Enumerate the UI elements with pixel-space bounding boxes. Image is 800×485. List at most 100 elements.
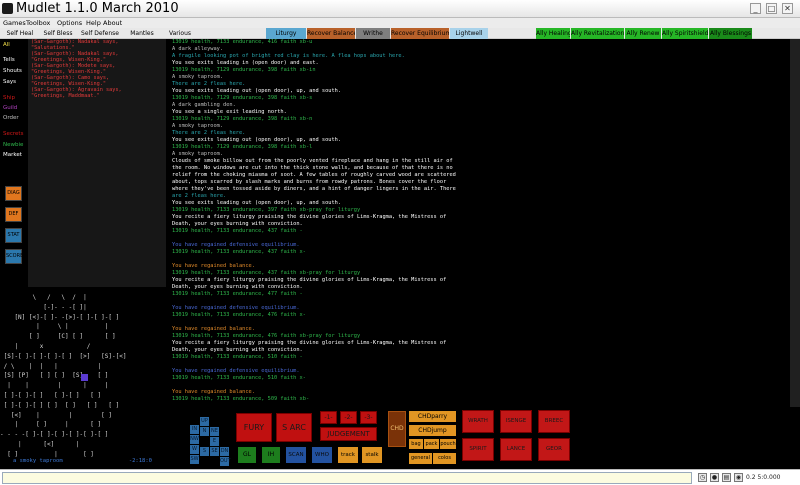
various-menu[interactable]: Various (162, 28, 198, 39)
log-icon[interactable]: ▤ (722, 473, 731, 482)
channel-ship[interactable]: Ship (3, 95, 15, 101)
compass-sw-button[interactable]: SW (190, 455, 199, 464)
compass-ne-button[interactable]: NE (210, 427, 219, 436)
lance-button[interactable]: LANCE (500, 438, 532, 461)
who-button[interactable]: WHO (312, 447, 332, 463)
map-row: [ ]-[ ]-[ ] [ ] [ ] [ ] [ ] (0, 401, 120, 409)
recover-equilibrium-button[interactable]: Recover Equilibrium (391, 28, 449, 39)
compass-up-button[interactable]: UP (200, 417, 209, 426)
ascii-map[interactable]: \ / \ / | [-]- - -[ ]| [N] [<]-[ ]- -[>]… (0, 288, 166, 468)
channel-shouts[interactable]: Shouts (3, 68, 22, 74)
channel-guild[interactable]: Guild (3, 105, 17, 111)
map-row: [S] [P] [ ] [ ] [S] [ ] (0, 372, 109, 380)
channel-all[interactable]: All (3, 42, 10, 48)
scan-button[interactable]: SCAN (286, 447, 306, 463)
output-line: 13019 health, 7133 endurance, 437 faith … (172, 249, 306, 255)
timestamp-icon[interactable]: ◷ (698, 473, 707, 482)
output-scrollbar[interactable] (790, 39, 800, 407)
score-button[interactable]: SCORE (5, 249, 23, 264)
recover-balance-button[interactable]: Recover Balance (307, 28, 355, 39)
slot-1-button[interactable]: -1- (320, 411, 337, 424)
compass-w-button[interactable]: W (190, 445, 199, 454)
channel-market[interactable]: Market (3, 152, 22, 158)
input-bar: ◷ ● ▤ ◉ 0.2 5:0.000 (0, 469, 800, 485)
echo-icon[interactable]: ◉ (734, 473, 743, 482)
menu-options[interactable]: Options (57, 18, 82, 28)
pack-button[interactable]: pack (424, 439, 439, 449)
map-grid: \ / \ / | [-]- - -[ ]| [N] [<]-[ ]- -[>]… (0, 293, 126, 460)
ally-healing-button[interactable]: Ally Healing (536, 28, 570, 39)
menu-help[interactable]: Help (86, 18, 101, 28)
compass-nw-button[interactable]: NW (190, 435, 199, 444)
compass-se-button[interactable]: SE (210, 447, 219, 456)
sarc-button[interactable]: S ARC (276, 413, 312, 442)
pouch-button[interactable]: pouch (440, 439, 456, 449)
channel-says[interactable]: Says (3, 79, 16, 85)
ally-blessings-button[interactable]: Ally Blessings (709, 28, 752, 39)
chd-button[interactable]: CHD (388, 411, 406, 447)
breec-button[interactable]: BREEC (538, 410, 570, 433)
spirit-button[interactable]: SPIRIT (462, 438, 494, 461)
def-button[interactable]: DEF (5, 207, 22, 222)
output-line: 13019 health, 7129 endurance, 398 faith … (172, 95, 313, 101)
menu-toolbox[interactable]: Toolbox (26, 18, 50, 28)
isenge-button[interactable]: ISENGE (500, 410, 532, 433)
slot-2-button[interactable]: -2- (340, 411, 357, 424)
judgement-button[interactable]: JUDGEMENT (320, 427, 377, 441)
ih-button[interactable]: IH (262, 447, 280, 463)
channel-message-panel: (Sar-Gargoth): Nadakal says, "Salutation… (28, 39, 166, 287)
colos-button[interactable]: colos (433, 453, 456, 464)
output-line: You recite a fiery liturgy praising the … (172, 277, 447, 283)
menu-about[interactable]: About (103, 18, 122, 28)
chdjump-button[interactable]: CHDjump (409, 425, 456, 436)
channel-newbie[interactable]: Newbie (3, 142, 23, 148)
self-defense-menu[interactable]: Self Defense (78, 28, 122, 39)
map-row: | | | | | (0, 382, 109, 390)
compass-in-button[interactable]: IN (190, 425, 199, 434)
wrath-button[interactable]: WRATH (462, 410, 494, 433)
writhe-button[interactable]: Writhe (356, 28, 390, 39)
diag-button[interactable]: DIAG (5, 186, 22, 201)
compass-out-button[interactable]: OUT (220, 457, 231, 466)
menu-games[interactable]: Games (3, 18, 26, 28)
close-button[interactable]: ✕ (782, 3, 793, 14)
gl-button[interactable]: GL (238, 447, 256, 463)
compass-down-button[interactable]: DN (220, 447, 229, 456)
stat-button[interactable]: STAT (5, 228, 22, 243)
channel-secrets[interactable]: Secrets (3, 131, 23, 137)
record-icon[interactable]: ● (710, 473, 719, 482)
command-input[interactable] (2, 472, 692, 484)
map-row: [ ]-[ ]-[ ] [ ]-[ ] [ ] (0, 391, 102, 399)
lightwell-button[interactable]: Lightwell (450, 28, 488, 39)
maximize-button[interactable]: □ (766, 3, 777, 14)
output-line: You have regained defensive equilibrium. (172, 368, 300, 374)
network-stats: 0.2 5:0.000 (746, 474, 781, 481)
general-button[interactable]: general (409, 453, 432, 464)
liturgy-button[interactable]: Liturgy (266, 28, 306, 39)
self-heal-menu[interactable]: Self Heal (2, 28, 38, 39)
main-output-console: 13019 health, 7133 endurance, 416 faith … (168, 39, 788, 407)
fury-button[interactable]: FURY (236, 413, 272, 442)
self-bless-menu[interactable]: Self Bless (40, 28, 76, 39)
output-line: You see exits leading in (open door) and… (172, 60, 319, 66)
slot-3-button[interactable]: -3- (360, 411, 377, 424)
bag-button[interactable]: bag (409, 439, 423, 449)
output-line: Death, your eyes burning with conviction… (172, 221, 303, 227)
compass-s-button[interactable]: S (200, 447, 209, 456)
output-line: 13019 health, 7133 endurance, 509 faith … (172, 396, 310, 402)
minimize-button[interactable]: _ (750, 3, 761, 14)
channel-tells[interactable]: Tells (3, 57, 15, 63)
ally-revitalization-button[interactable]: Ally Revitalization (571, 28, 624, 39)
ally-renew-button[interactable]: Ally Renew (625, 28, 661, 39)
mantles-menu[interactable]: Mantles (124, 28, 160, 39)
output-line: You have regained defensive equilibrium. (172, 242, 300, 248)
chdparry-button[interactable]: CHDparry (409, 411, 456, 422)
channel-order[interactable]: Order (3, 115, 19, 121)
ally-spiritshield-button[interactable]: Ally Spiritshield (662, 28, 708, 39)
map-row: [N] [<]-[ ]- -[>]-[ ]-[ ]-[ ] (0, 313, 120, 321)
geor-button[interactable]: GEOR (538, 438, 570, 461)
track-button[interactable]: track (338, 447, 358, 463)
compass-e-button[interactable]: E (210, 437, 219, 446)
stalk-button[interactable]: stalk (362, 447, 382, 463)
compass-n-button[interactable]: N (200, 427, 209, 436)
